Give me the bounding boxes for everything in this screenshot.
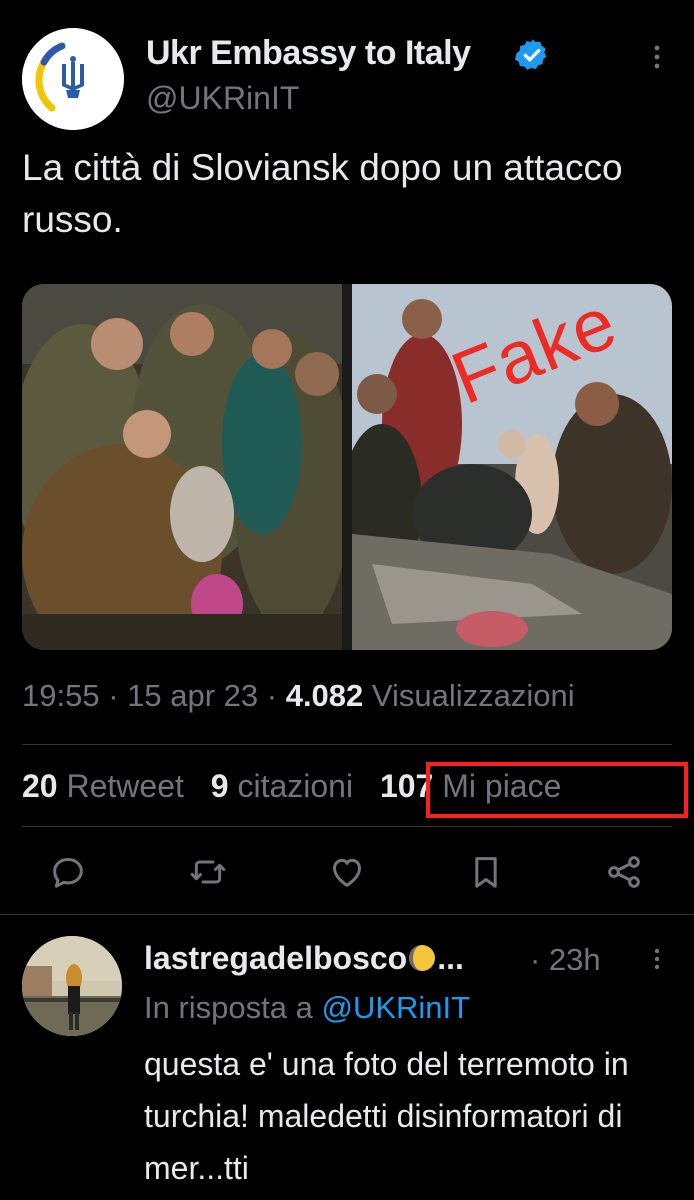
post-time[interactable]: 19:55: [22, 678, 100, 713]
bookmark-icon[interactable]: [466, 852, 506, 892]
reply-name-ellipsis: ...: [437, 940, 464, 976]
meta-separator: ·: [258, 678, 286, 713]
thread-separator: [0, 914, 694, 915]
media-grid[interactable]: Fake: [22, 284, 672, 650]
reply-to-mention[interactable]: @UKRinIT: [321, 990, 470, 1025]
retweets-label: Retweet: [57, 768, 184, 804]
heart-icon[interactable]: [327, 852, 367, 892]
post-meta: 19:55 · 15 apr 23 · 4.082 Visualizzazion…: [22, 678, 575, 714]
reply-name-line[interactable]: lastregadelbosco ...: [144, 940, 464, 977]
handle[interactable]: @UKRinIT: [146, 80, 299, 117]
reply-time[interactable]: · 23h: [530, 942, 601, 978]
display-name[interactable]: Ukr Embassy to Italy: [146, 34, 471, 73]
reply-avatar[interactable]: [22, 936, 122, 1036]
more-vertical-icon[interactable]: [640, 40, 674, 74]
quotes-stat[interactable]: 9 citazioni: [211, 768, 353, 805]
reply-to-prefix: In risposta a: [144, 990, 322, 1025]
share-icon[interactable]: [604, 852, 644, 892]
quotes-label: citazioni: [228, 768, 354, 804]
embassy-avatar[interactable]: [22, 28, 124, 130]
retweet-icon[interactable]: [188, 852, 228, 892]
post-date[interactable]: 15 apr 23: [127, 678, 258, 713]
likes-highlight-box: [426, 762, 688, 818]
rescue-photo-soldiers[interactable]: [22, 284, 342, 650]
reply-to-line: In risposta a @UKRinIT: [144, 990, 470, 1026]
more-vertical-icon[interactable]: [642, 944, 672, 974]
views-label: Visualizzazioni: [363, 678, 575, 713]
quotes-count: 9: [210, 768, 229, 804]
retweets-count: 20: [22, 768, 58, 804]
rescue-photo-rubble[interactable]: Fake: [352, 284, 672, 650]
reply-text: questa e' una foto del terremoto in turc…: [144, 1046, 629, 1186]
divider: [22, 826, 672, 827]
reply-display-name: lastregadelbosco: [144, 940, 408, 976]
action-bar: [0, 846, 694, 902]
views-count: 4.082: [285, 678, 364, 713]
divider: [22, 744, 672, 745]
reply-icon[interactable]: [48, 852, 88, 892]
retweets-stat[interactable]: 20 Retweet: [22, 768, 184, 805]
verified-badge-icon: [514, 39, 547, 70]
meta-separator: ·: [99, 678, 128, 713]
tweet-text: La città di Sloviansk dopo un attacco ru…: [22, 147, 623, 240]
moon-emoji-icon: [409, 945, 436, 971]
